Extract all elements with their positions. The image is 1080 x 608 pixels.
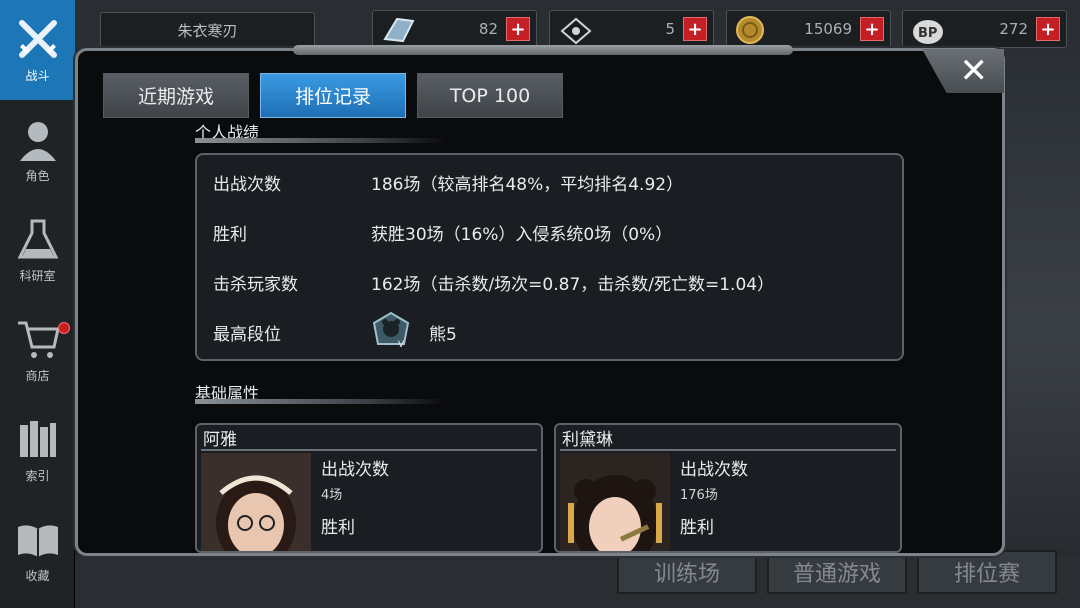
- sidebar-item-label: 索引: [25, 468, 50, 483]
- stat-label: 出战次数: [321, 460, 389, 480]
- character-icon: [19, 121, 56, 161]
- add-crystal-button[interactable]: +: [506, 17, 530, 41]
- sidebar-item-index[interactable]: 索引: [0, 400, 75, 500]
- sidebar-item-character[interactable]: 角色: [0, 100, 75, 200]
- stat-value: 熊5: [429, 324, 457, 345]
- resource-value: 5: [665, 20, 675, 38]
- stat-label: 胜利: [321, 518, 355, 538]
- flask-icon: [17, 219, 58, 258]
- sidebar-item-label: 商店: [25, 368, 50, 383]
- modal-handle: [293, 45, 793, 55]
- ticket-icon: [560, 17, 592, 45]
- svg-text:V: V: [398, 340, 405, 349]
- resource-value: 82: [478, 20, 498, 38]
- training-button[interactable]: 训练场: [617, 550, 757, 594]
- character-card[interactable]: 利黛琳 出战次数 176场 胜利: [554, 423, 902, 553]
- resource-bp: BP 272 +: [902, 10, 1067, 48]
- stat-label: 出战次数: [213, 174, 281, 195]
- add-bp-button[interactable]: +: [1036, 17, 1060, 41]
- add-ticket-button[interactable]: +: [683, 17, 707, 41]
- normal-game-button[interactable]: 普通游戏: [767, 550, 907, 594]
- resource-value: 272: [999, 20, 1028, 38]
- sidebar-item-label: 战斗: [25, 68, 50, 83]
- ranked-button[interactable]: 排位赛: [917, 550, 1057, 594]
- close-icon: ✕: [959, 51, 989, 91]
- stat-value: 4场: [321, 488, 343, 503]
- sidebar-item-lab[interactable]: 科研室: [0, 200, 75, 300]
- stat-row: 胜利 获胜30场（16%）入侵系统0场（0%）: [213, 217, 672, 247]
- resource-ticket: 5 +: [549, 10, 714, 48]
- stat-value: 186场（较高排名48%，平均排名4.92）: [371, 174, 684, 195]
- card-divider: [560, 449, 896, 451]
- resource-value: 15069: [804, 20, 852, 38]
- stat-label: 击杀玩家数: [213, 274, 298, 295]
- stat-label: 胜利: [680, 518, 714, 538]
- crystal-icon: [383, 17, 415, 43]
- crossed-swords-icon: [18, 19, 57, 58]
- shop-notification-dot: [58, 322, 70, 334]
- stat-row: 最高段位 V 熊5: [213, 311, 457, 350]
- sidebar-item-shop[interactable]: 商店: [0, 300, 75, 400]
- tab-ranked-record[interactable]: 排位记录: [260, 73, 406, 118]
- stat-row: 出战次数 186场（较高排名48%，平均排名4.92）: [213, 167, 683, 197]
- character-name: 利黛琳: [562, 430, 613, 450]
- stat-value: 176场: [680, 488, 718, 503]
- player-name[interactable]: 朱衣寒刃: [100, 12, 315, 48]
- tab-recent-games[interactable]: 近期游戏: [103, 73, 249, 118]
- svg-text:BP: BP: [918, 26, 937, 41]
- character-portrait: [560, 453, 670, 551]
- add-coin-button[interactable]: +: [860, 17, 884, 41]
- sidebar-item-battle[interactable]: 战斗: [0, 0, 75, 100]
- section-divider: [195, 399, 445, 404]
- stat-label: 最高段位: [213, 324, 281, 345]
- stat-row: 击杀玩家数 162场（击杀数/场次=0.87，击杀数/死亡数=1.04）: [213, 267, 774, 297]
- coin-icon: [736, 16, 764, 44]
- character-portrait: [201, 453, 311, 551]
- open-book-icon: [17, 524, 58, 557]
- character-card[interactable]: 阿雅 出战次数 4场 胜利: [195, 423, 543, 553]
- card-divider: [201, 449, 537, 451]
- record-modal: ✕ 近期游戏 排位记录 TOP 100 个人战绩 出战次数 186场（较高排名4…: [75, 45, 1005, 556]
- books-icon: [19, 420, 56, 457]
- personal-stats-panel: 出战次数 186场（较高排名48%，平均排名4.92） 胜利 获胜30场（16%…: [195, 153, 904, 361]
- stat-label: 胜利: [213, 224, 247, 245]
- sidebar-item-label: 科研室: [19, 268, 56, 283]
- bp-icon: BP: [913, 20, 943, 44]
- cart-icon: [17, 321, 60, 358]
- sidebar-item-collection[interactable]: 收藏: [0, 500, 75, 600]
- tab-top-100[interactable]: TOP 100: [417, 73, 563, 118]
- sidebar: 战斗 角色 科研室 商店 索引 收藏: [0, 0, 75, 608]
- bear-rank-badge-icon: V: [371, 311, 411, 354]
- character-name: 阿雅: [203, 430, 237, 450]
- resource-coin: 15069 +: [726, 10, 891, 48]
- stat-value: 获胜30场（16%）入侵系统0场（0%）: [371, 224, 673, 245]
- stat-label: 出战次数: [680, 460, 748, 480]
- sidebar-item-label: 角色: [25, 168, 50, 183]
- background-scene: [1005, 56, 1080, 608]
- resource-crystal: 82 +: [372, 10, 537, 48]
- close-button[interactable]: ✕: [922, 49, 1004, 93]
- sidebar-item-label: 收藏: [25, 568, 50, 583]
- section-divider: [195, 138, 445, 143]
- stat-value: 162场（击杀数/场次=0.87，击杀数/死亡数=1.04）: [371, 274, 775, 295]
